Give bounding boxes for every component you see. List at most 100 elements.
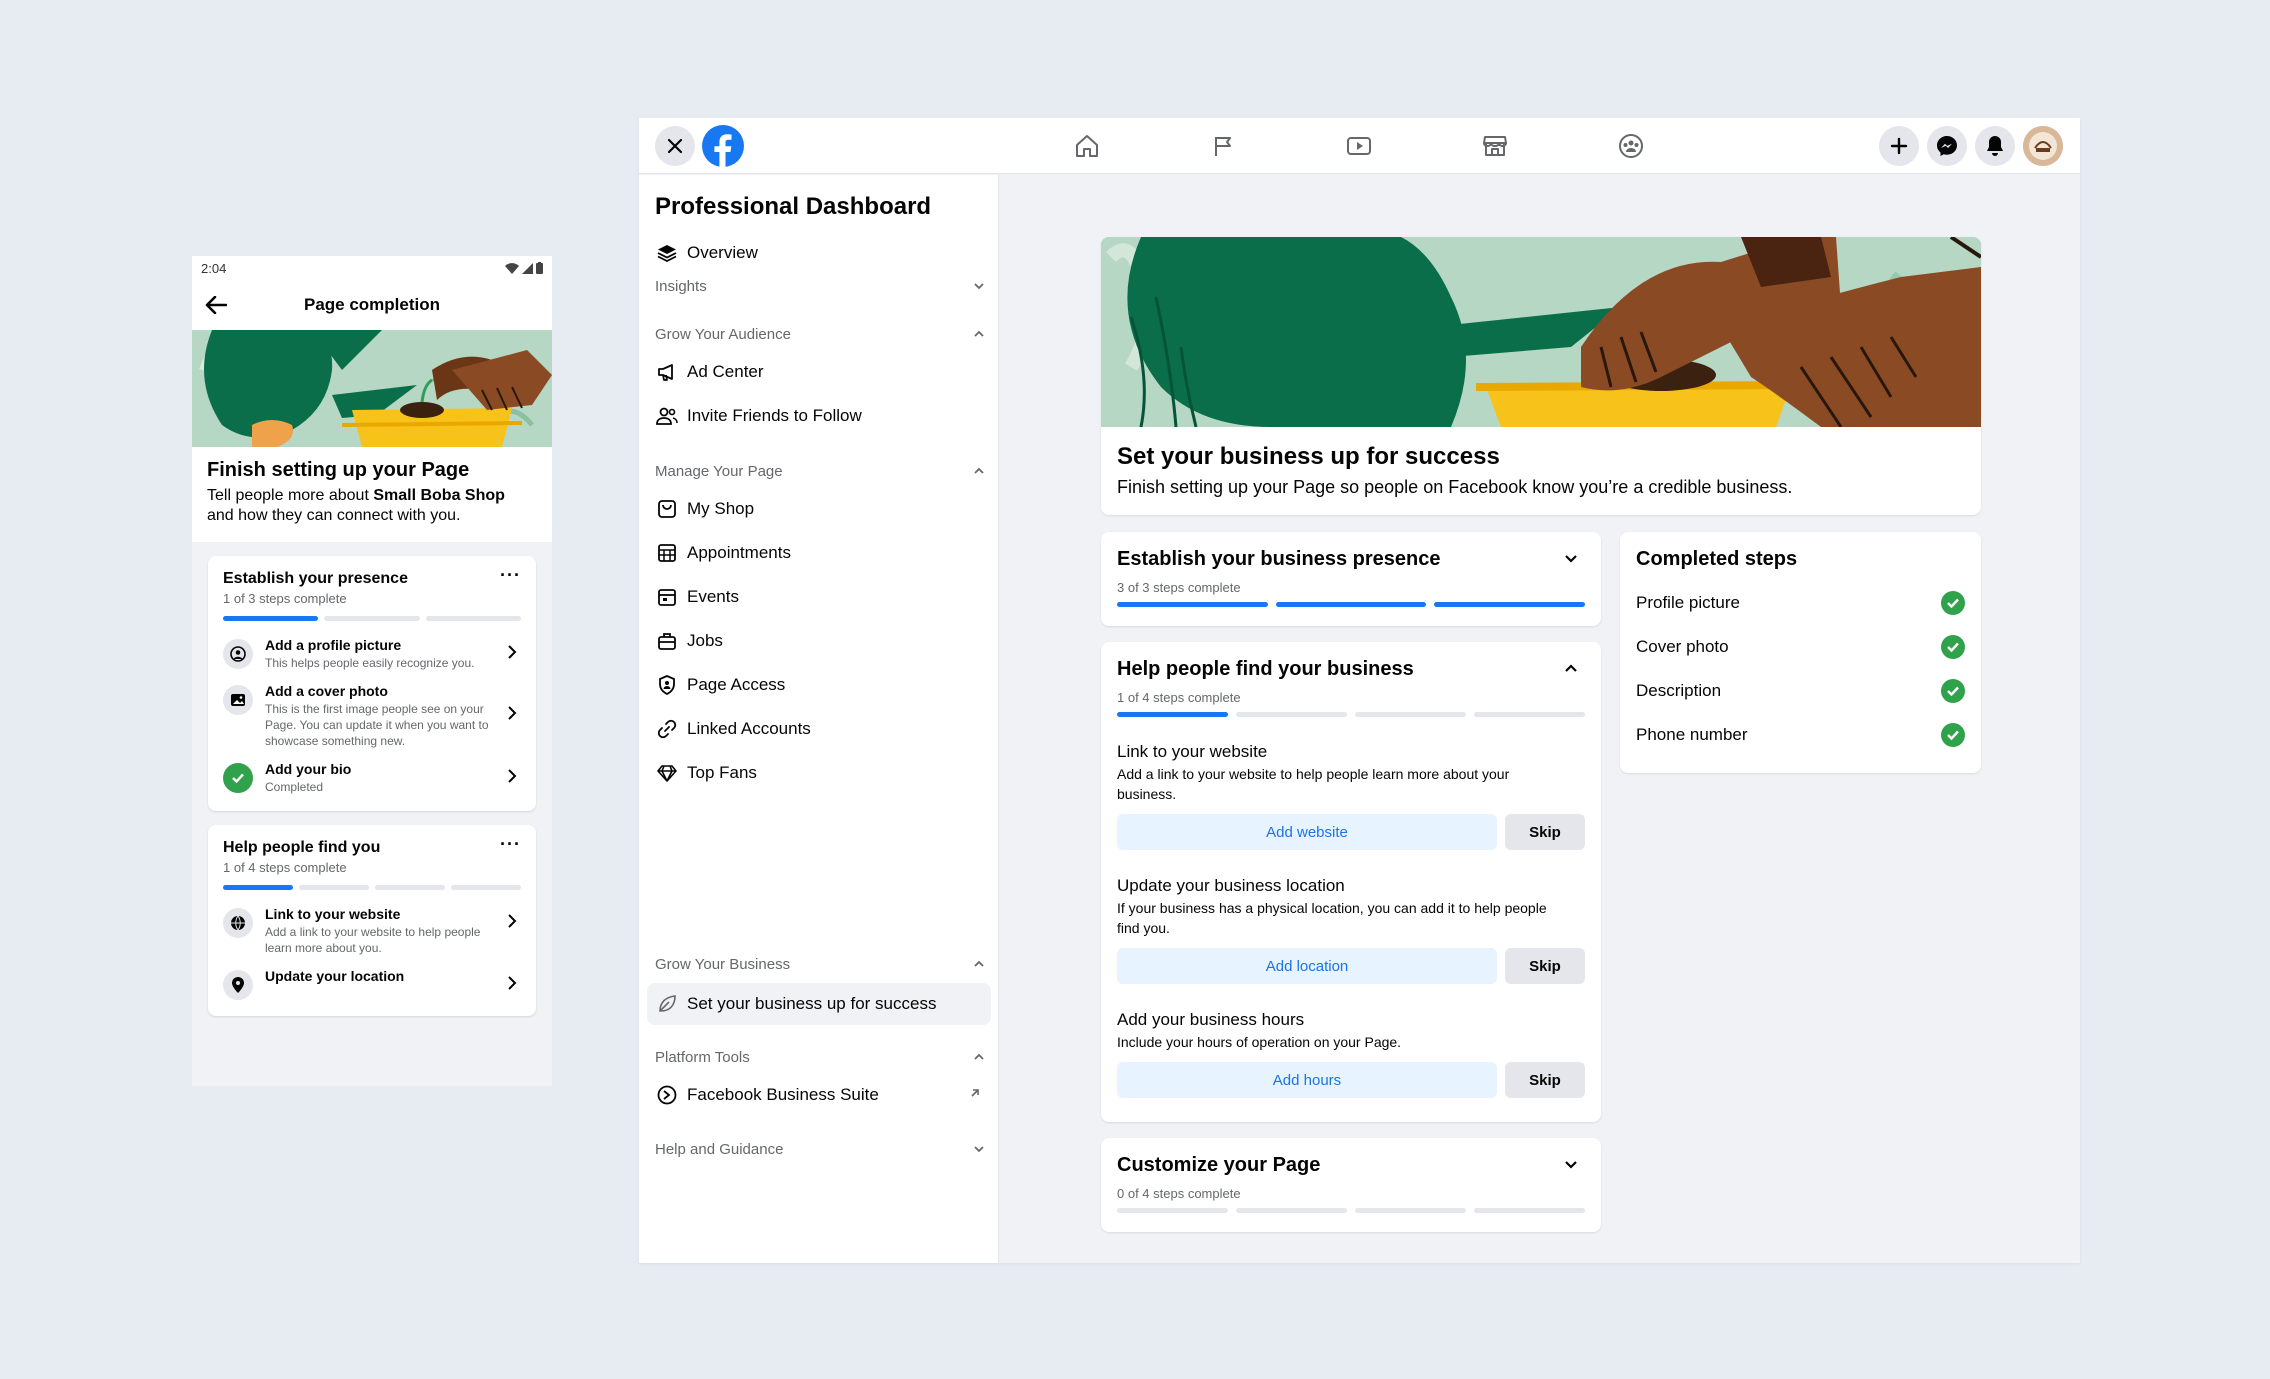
item-desc: Completed xyxy=(265,780,324,794)
create-button[interactable] xyxy=(1879,126,1919,166)
list-item-website[interactable]: Link to your website Add a link to your w… xyxy=(223,900,521,962)
sidebar-item-business-suite[interactable]: Facebook Business Suite xyxy=(647,1073,991,1117)
card-title: Customize your Page xyxy=(1117,1154,1321,1176)
hero-subtitle: Finish setting up your Page so people on… xyxy=(1117,477,1793,497)
progress-segment xyxy=(1117,712,1228,717)
list-item-location[interactable]: Update your location xyxy=(223,962,521,1006)
sidebar-item-ad-center[interactable]: Ad Center xyxy=(647,350,991,394)
progress-segment xyxy=(324,616,420,621)
list-item-bio[interactable]: Add your bio Completed xyxy=(223,755,521,801)
add-website-button[interactable]: Add website xyxy=(1117,814,1497,850)
list-item-cover-photo[interactable]: Add a cover photo This is the first image… xyxy=(223,677,521,755)
section-insights[interactable]: Insights xyxy=(655,274,985,298)
home-tab[interactable] xyxy=(1067,130,1107,162)
section-help-guidance[interactable]: Help and Guidance xyxy=(655,1137,985,1161)
sidebar-item-jobs[interactable]: Jobs xyxy=(647,619,991,663)
signal-icon xyxy=(522,262,533,274)
hero-title: Set your business up for success xyxy=(1117,443,1500,470)
item-title: Update your location xyxy=(265,968,405,984)
notifications-button[interactable] xyxy=(1975,126,2015,166)
sidebar-item-appointments[interactable]: Appointments xyxy=(647,531,991,575)
battery-icon xyxy=(536,262,543,274)
more-options-icon[interactable]: ··· xyxy=(500,566,521,584)
sidebar-item-overview[interactable]: Overview xyxy=(647,231,991,275)
sidebar-item-page-access[interactable]: Page Access xyxy=(647,663,991,707)
back-arrow-icon[interactable] xyxy=(204,293,228,317)
sidebar-item-label: Invite Friends to Follow xyxy=(687,406,862,425)
progress-segment xyxy=(1275,602,1427,607)
chevron-up-icon xyxy=(974,467,984,474)
hero-illustration xyxy=(1101,237,1981,427)
progress-segment xyxy=(223,885,293,890)
sidebar-title: Professional Dashboard xyxy=(655,193,932,220)
sidebar: Professional Dashboard Overview Insights… xyxy=(639,175,999,1263)
avatar[interactable] xyxy=(2023,126,2063,166)
card-title: Help people find your business xyxy=(1117,658,1414,680)
item-title: Add a profile picture xyxy=(265,637,402,653)
sidebar-item-linked-accounts[interactable]: Linked Accounts xyxy=(647,707,991,751)
status-bar: 2:04 xyxy=(192,256,552,280)
progress-segment xyxy=(1117,1208,1228,1213)
sidebar-item-top-fans[interactable]: Top Fans xyxy=(647,751,991,795)
home-icon xyxy=(1076,135,1098,157)
chevron-up-icon xyxy=(974,960,984,967)
presence-card[interactable]: Establish your business presence 3 of 3 … xyxy=(1101,532,1601,626)
item-title: Add a cover photo xyxy=(265,683,388,699)
card-title: Help people find you xyxy=(223,839,381,856)
chevron-down-icon[interactable] xyxy=(1561,1154,1581,1174)
marketplace-tab[interactable] xyxy=(1475,130,1515,162)
section-grow-audience[interactable]: Grow Your Audience xyxy=(655,322,985,346)
progress-segment xyxy=(1236,1208,1347,1213)
check-circle-icon xyxy=(1941,591,1965,615)
more-options-icon[interactable]: ··· xyxy=(500,835,521,853)
facebook-logo-icon[interactable] xyxy=(702,125,744,167)
item-title: Add your bio xyxy=(265,761,352,777)
add-hours-button[interactable]: Add hours xyxy=(1117,1062,1497,1098)
pages-tab[interactable] xyxy=(1203,130,1243,162)
skip-button[interactable]: Skip xyxy=(1505,948,1585,984)
external-link-icon xyxy=(969,1087,981,1099)
shopping-bag-icon xyxy=(655,497,679,521)
presence-card: Establish your presence 1 of 3 steps com… xyxy=(208,556,536,811)
add-location-button[interactable]: Add location xyxy=(1117,948,1497,984)
messenger-button[interactable] xyxy=(1927,126,1967,166)
watch-tab[interactable] xyxy=(1339,130,1379,162)
sidebar-item-events[interactable]: Events xyxy=(647,575,991,619)
close-button[interactable] xyxy=(655,126,695,166)
list-item-profile-picture[interactable]: Add a profile picture This helps people e… xyxy=(223,631,521,677)
section-label: Platform Tools xyxy=(655,1048,750,1066)
section-platform-tools[interactable]: Platform Tools xyxy=(655,1045,985,1069)
sidebar-item-my-shop[interactable]: My Shop xyxy=(647,487,991,531)
chevron-down-icon[interactable] xyxy=(1561,548,1581,568)
section-grow-business[interactable]: Grow Your Business xyxy=(655,952,985,976)
sidebar-item-set-up-success[interactable]: Set your business up for success xyxy=(647,983,991,1025)
sidebar-item-label: My Shop xyxy=(687,499,755,518)
plus-icon xyxy=(1890,137,1908,155)
section-manage-page[interactable]: Manage Your Page xyxy=(655,459,985,483)
sidebar-item-invite-friends[interactable]: Invite Friends to Follow xyxy=(647,394,991,438)
customize-page-card[interactable]: Customize your Page 0 of 4 steps complet… xyxy=(1101,1138,1601,1232)
sidebar-item-label: Events xyxy=(687,587,739,606)
skip-button[interactable]: Skip xyxy=(1505,1062,1585,1098)
progress-segment xyxy=(1474,1208,1585,1213)
sidebar-item-label: Appointments xyxy=(687,543,791,562)
hero-illustration xyxy=(192,330,552,447)
progress-bar xyxy=(1117,712,1585,717)
progress-bar xyxy=(223,885,521,890)
completed-steps-card: Completed steps Profile picture Cover ph… xyxy=(1620,532,1981,773)
flag-icon xyxy=(1215,137,1231,156)
completed-step-row: Profile picture xyxy=(1636,588,1965,618)
sidebar-item-label: Set your business up for success xyxy=(687,994,937,1013)
close-icon xyxy=(667,138,683,154)
skip-button[interactable]: Skip xyxy=(1505,814,1585,850)
check-circle-icon xyxy=(1941,679,1965,703)
chevron-up-icon xyxy=(974,1053,984,1060)
step-title: Link to your website xyxy=(1117,742,1268,761)
section-label: Grow Your Business xyxy=(655,955,791,973)
card-subtitle: 1 of 4 steps complete xyxy=(1117,690,1241,705)
step-desc: Include your hours of operation on your … xyxy=(1117,1034,1402,1050)
groups-tab[interactable] xyxy=(1611,130,1651,162)
chevron-up-icon[interactable] xyxy=(1561,658,1581,678)
sidebar-item-label: Ad Center xyxy=(687,362,764,381)
mobile-header: Page completion xyxy=(192,280,552,330)
